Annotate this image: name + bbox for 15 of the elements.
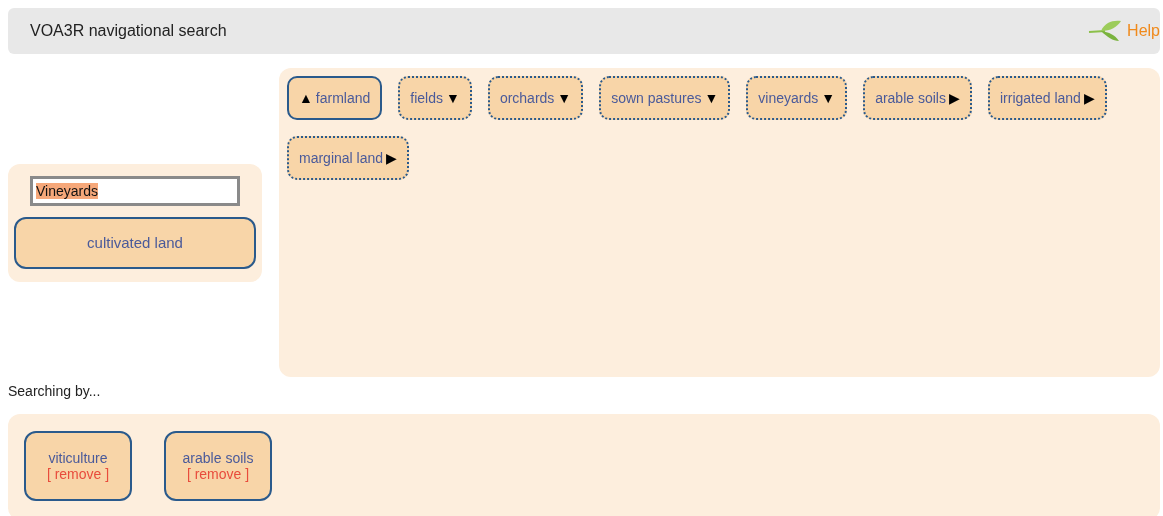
narrower-term-button[interactable]: vineyards ▼: [746, 76, 848, 120]
search-field[interactable]: Vineyards: [30, 175, 240, 206]
narrower-term-button[interactable]: sown pastures ▼: [599, 76, 731, 120]
filter-label: arable soils: [182, 450, 254, 466]
current-term-button[interactable]: cultivated land: [14, 216, 256, 269]
searching-label: Searching by...: [8, 383, 102, 399]
narrower-term-button[interactable]: orchards ▼: [487, 76, 584, 120]
related-term-button[interactable]: irrigated land ▶: [987, 76, 1107, 120]
narrower-term-button[interactable]: fields ▼: [398, 76, 472, 120]
leaf-icon: [1087, 19, 1124, 43]
related-term-button[interactable]: arable soils ▶: [863, 76, 972, 120]
related-term-button[interactable]: marginal land ▶: [287, 136, 410, 180]
filter-label: viticulture: [48, 450, 108, 466]
page-title: VOA3R navigational search: [30, 22, 227, 40]
broader-term-button[interactable]: ▲ farmland: [287, 76, 383, 120]
